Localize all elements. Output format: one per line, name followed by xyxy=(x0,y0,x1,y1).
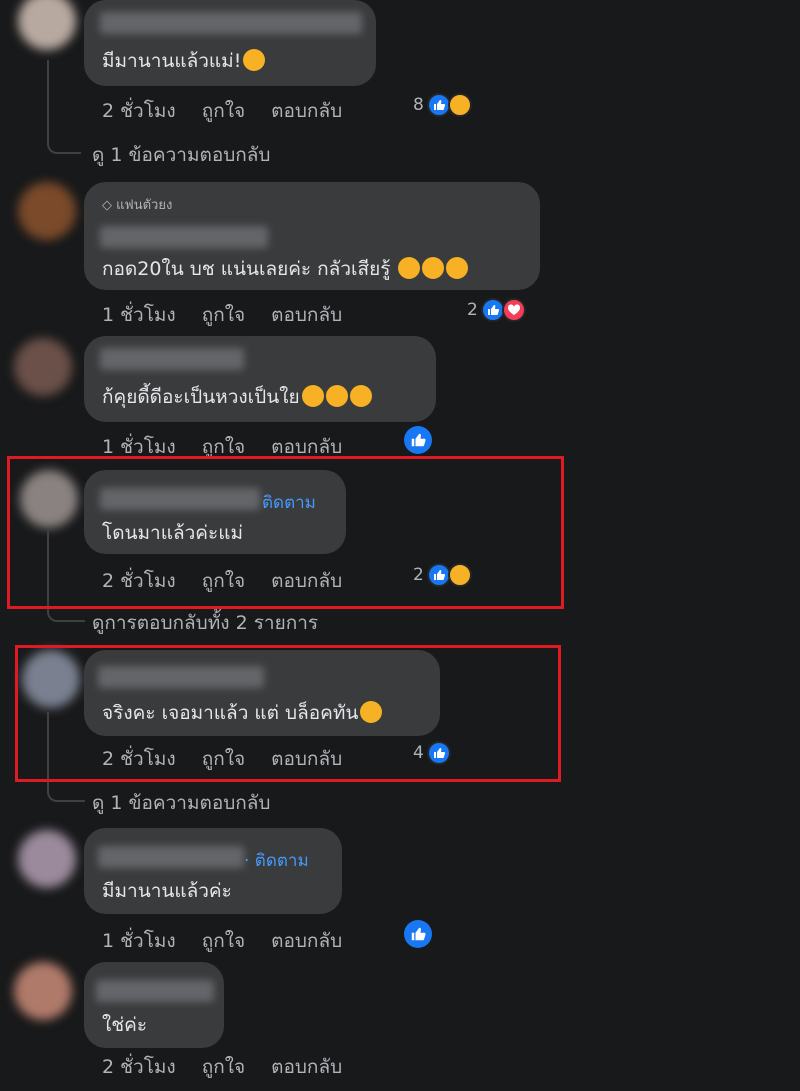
like-reaction-icon xyxy=(404,426,432,454)
reaction-count: 8 xyxy=(413,95,424,115)
comment-bubble: · ติดตาม มีมานานแล้วค่ะ xyxy=(84,828,342,914)
comment-actions: 2 ชั่วโมง ถูกใจ ตอบกลับ xyxy=(102,1052,368,1082)
comment-actions: 1 ชั่วโมง ถูกใจ ตอบกลับ xyxy=(102,926,368,956)
like-reaction-icon xyxy=(404,920,432,948)
avatar[interactable] xyxy=(18,182,76,240)
author-name[interactable] xyxy=(100,12,362,34)
reaction-summary[interactable]: 8 xyxy=(413,93,472,117)
reply-button[interactable]: ตอบกลับ xyxy=(271,304,342,326)
rofl-emoji-icon xyxy=(349,385,372,407)
reaction-count: 2 xyxy=(467,300,478,320)
rofl-emoji-icon xyxy=(301,385,324,407)
top-fan-badge: ◇ แฟนตัวยง xyxy=(102,198,173,213)
highlight-box xyxy=(7,456,564,609)
reply-button[interactable]: ตอบกลับ xyxy=(271,930,342,952)
view-replies-link[interactable]: ดู 1 ข้อความตอบกลับ xyxy=(92,140,271,170)
grin-emoji-icon xyxy=(243,49,266,71)
rofl-emoji-icon xyxy=(325,385,348,407)
reaction-summary[interactable]: 2 xyxy=(467,298,526,322)
author-name[interactable] xyxy=(96,980,214,1002)
comment-actions: 2 ชั่วโมง ถูกใจ ตอบกลับ xyxy=(102,96,368,126)
timestamp[interactable]: 1 ชั่วโมง xyxy=(102,436,176,458)
thread-line xyxy=(47,60,81,154)
comment-actions: 1 ชั่วโมง ถูกใจ ตอบกลับ xyxy=(102,300,368,330)
comment-text: ก้คุยดี้ดีอะเป็นหวงเป็นใย xyxy=(102,382,372,412)
reply-button[interactable]: ตอบกลับ xyxy=(271,1056,342,1078)
timestamp[interactable]: 2 ชั่วโมง xyxy=(102,100,176,122)
like-button[interactable]: ถูกใจ xyxy=(202,436,245,458)
like-button[interactable]: ถูกใจ xyxy=(202,930,245,952)
like-button[interactable]: ถูกใจ xyxy=(202,100,245,122)
sweat-smile-emoji-icon xyxy=(398,257,421,279)
reaction-summary[interactable] xyxy=(404,920,432,948)
comment-text: ใช่ค่ะ xyxy=(102,1014,148,1036)
timestamp[interactable]: 1 ชั่วโมง xyxy=(102,930,176,952)
author-name[interactable] xyxy=(100,226,268,248)
timestamp[interactable]: 2 ชั่วโมง xyxy=(102,1056,176,1078)
avatar[interactable] xyxy=(14,338,72,396)
reply-button[interactable]: ตอบกลับ xyxy=(271,436,342,458)
highlight-box xyxy=(15,645,561,782)
like-button[interactable]: ถูกใจ xyxy=(202,1056,245,1078)
sweat-smile-emoji-icon xyxy=(446,257,469,279)
diamond-badge-icon: ◇ xyxy=(102,198,112,213)
view-replies-link[interactable]: ดู 1 ข้อความตอบกลับ xyxy=(92,788,271,818)
heart-reaction-icon xyxy=(501,298,526,322)
reply-button[interactable]: ตอบกลับ xyxy=(271,100,342,122)
follow-link[interactable]: · ติดตาม xyxy=(244,847,309,874)
comment-text: กอด20ใน บช แน่นเลยค่ะ กลัวเสียรู้ xyxy=(102,254,469,284)
comment-text: มีมานานแล้วค่ะ xyxy=(102,880,232,902)
avatar[interactable] xyxy=(18,0,76,50)
author-name[interactable] xyxy=(98,846,244,868)
comment-bubble: มีมานานแล้วแม่! xyxy=(84,0,376,86)
emoji-reaction-icon xyxy=(447,93,472,117)
like-button[interactable]: ถูกใจ xyxy=(202,304,245,326)
author-name[interactable] xyxy=(100,348,244,370)
reaction-summary[interactable] xyxy=(404,426,432,454)
avatar[interactable] xyxy=(14,962,72,1020)
avatar[interactable] xyxy=(18,830,76,888)
comment-bubble: ใช่ค่ะ xyxy=(84,962,224,1048)
comment-bubble: ◇ แฟนตัวยง กอด20ใน บช แน่นเลยค่ะ กลัวเสี… xyxy=(84,182,540,290)
sweat-smile-emoji-icon xyxy=(422,257,445,279)
comment-text: มีมานานแล้วแม่! xyxy=(102,46,266,76)
timestamp[interactable]: 1 ชั่วโมง xyxy=(102,304,176,326)
view-replies-link[interactable]: ดูการตอบกลับทั้ง 2 รายการ xyxy=(92,608,318,638)
comment-bubble: ก้คุยดี้ดีอะเป็นหวงเป็นใย xyxy=(84,336,436,422)
